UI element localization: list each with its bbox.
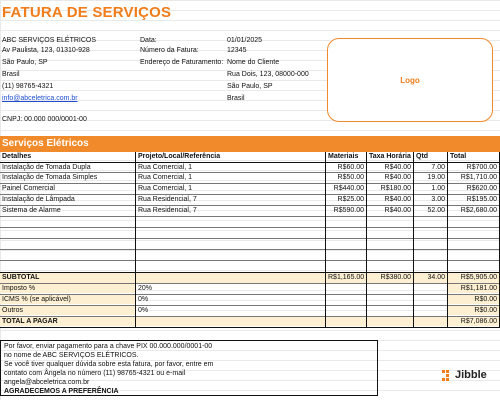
invoice-number-label: Número da Fatura: (140, 47, 199, 54)
row-total: R$620.00 (466, 185, 497, 192)
subtotal-materials: R$1,165.00 (328, 274, 365, 281)
company-cnpj: CNPJ: 00.000 000/0001-00 (2, 116, 87, 123)
row-rule (0, 216, 500, 217)
subtotal-qty: 34.00 (427, 274, 445, 281)
icms-total: R$0.00 (474, 296, 497, 303)
company-address: Av Paulista, 123, 01310-928 (2, 47, 90, 54)
row-total: R$1,710.00 (460, 174, 497, 181)
client-city: São Paulo, SP (227, 83, 273, 90)
client-name: Nome do Cliente (227, 59, 280, 66)
payment-note-email: angela@abceletrica.com.br (4, 379, 90, 386)
row-rule (0, 238, 500, 239)
row-rule (0, 260, 500, 261)
payment-note-line: no nome de ABC SERVIÇOS ELÉTRICOS. (4, 352, 139, 359)
row-details: Sistema de Alarme (2, 207, 61, 214)
table-row: Painel Comercial Rua Comercial, 1 R$440.… (0, 184, 500, 194)
company-city: São Paulo, SP (2, 59, 48, 66)
header-qty: Qtd (416, 153, 429, 160)
icms-label: ICMS % (se aplicável) (2, 296, 71, 303)
logo-placeholder: Logo (327, 38, 493, 122)
date-value: 01/01/2025 (227, 37, 263, 44)
row-materials: R$25.00 (337, 196, 364, 203)
row-qty: 3.00 (431, 196, 445, 203)
row-rate: R$40.00 (384, 174, 411, 181)
billing-address-label: Endereço de Faturamento: (140, 59, 224, 66)
company-phone: (11) 98765-4321 (2, 83, 54, 90)
payment-note-line: contato com Ângela no número (11) 98765-… (4, 370, 186, 377)
header-project: Projeto/Local/Referência (138, 153, 221, 160)
row-project: Rua Comercial, 1 (138, 174, 193, 181)
row-rule (0, 227, 500, 228)
company-country: Brasil (2, 71, 20, 78)
payment-note-line: Por favor, enviar pagamento para a chave… (4, 343, 213, 350)
jibble-logo-icon (442, 369, 452, 381)
subtotal-total: R$5,905.00 (460, 274, 497, 281)
row-materials: R$440.00 (333, 185, 364, 192)
table-header-row: Detalhes Projeto/Local/Referência Materi… (0, 152, 500, 162)
row-details: Painel Comercial (2, 185, 55, 192)
row-total: R$195.00 (466, 196, 497, 203)
tax-row: Imposto % 20% R$1,181.00 (0, 284, 500, 294)
invoice-title: FATURA DE SERVIÇOS (2, 4, 172, 21)
header-materials: Materiais (328, 153, 359, 160)
tax-total: R$1,181.00 (460, 285, 497, 292)
others-rate: 0% (138, 307, 149, 314)
tax-rate: 20% (138, 285, 153, 292)
icms-row: ICMS % (se aplicável) 0% R$0.00 (0, 295, 500, 305)
row-details: Instalação de Tomada Dupla (2, 164, 91, 171)
row-rate: R$40.00 (384, 207, 411, 214)
others-total: R$0.00 (474, 307, 497, 314)
client-country: Brasil (227, 95, 245, 102)
thank-you-note: AGRADECEMOS A PREFERÊNCIA (4, 388, 119, 395)
grand-total-row: TOTAL A PAGAR R$7,086.00 (0, 317, 500, 327)
others-row: Outros 0% R$0.00 (0, 306, 500, 316)
row-rate: R$40.00 (384, 196, 411, 203)
table-row: Instalação de Tomada Simples Rua Comerci… (0, 173, 500, 183)
row-materials: R$590.00 (333, 207, 364, 214)
subtotal-label: SUBTOTAL (2, 274, 40, 281)
company-email-link[interactable]: info@abceletrica.com.br (2, 94, 78, 104)
company-name: ABC SERVIÇOS ELÉTRICOS (2, 37, 97, 44)
subtotal-rate: R$380.00 (380, 274, 411, 281)
payment-note-line: Se você tiver qualquer dúvida sobre esta… (4, 361, 214, 368)
row-qty: 7.00 (431, 164, 445, 171)
tax-label: Imposto % (2, 285, 36, 292)
date-label: Data: (140, 37, 157, 44)
row-project: Rua Residencial, 7 (138, 196, 197, 203)
row-materials: R$50.00 (337, 174, 364, 181)
subtotal-row: SUBTOTAL R$1,165.00 R$380.00 34.00 R$5,9… (0, 273, 500, 283)
table-bottom-rule (0, 327, 500, 328)
jibble-brand-name: Jibble (455, 369, 487, 381)
row-rule (0, 249, 500, 250)
row-details: Instalação de Tomada Simples (2, 174, 98, 181)
grand-total-label: TOTAL A PAGAR (2, 318, 58, 325)
section-title: Serviços Elétricos (0, 136, 500, 152)
jibble-brand: Jibble (442, 369, 487, 381)
table-row: Instalação de Lâmpada Rua Residencial, 7… (0, 195, 500, 205)
header-hourly-rate: Taxa Horária (369, 153, 411, 160)
table-row: Sistema de Alarme Rua Residencial, 7 R$5… (0, 206, 500, 216)
row-total: R$2,680.00 (460, 207, 497, 214)
row-project: Rua Residencial, 7 (138, 207, 197, 214)
row-rate: R$40.00 (384, 164, 411, 171)
header-total: Total (450, 153, 467, 160)
row-project: Rua Comercial, 1 (138, 164, 193, 171)
payment-note-box: Por favor, enviar pagamento para a chave… (0, 340, 378, 396)
row-project: Rua Comercial, 1 (138, 185, 193, 192)
row-rate: R$180.00 (380, 185, 411, 192)
icms-rate: 0% (138, 296, 149, 303)
others-label: Outros (2, 307, 24, 314)
grand-total-value: R$7,086.00 (460, 318, 497, 325)
client-street: Rua Dois, 123, 08000-000 (227, 71, 309, 78)
table-row: Instalação de Tomada Dupla Rua Comercial… (0, 163, 500, 173)
row-qty: 19.00 (427, 174, 445, 181)
row-materials: R$60.00 (337, 164, 364, 171)
row-qty: 52.00 (427, 207, 445, 214)
logo-label: Logo (400, 75, 420, 85)
row-details: Instalação de Lâmpada (2, 196, 75, 203)
header-details: Detalhes (2, 153, 32, 160)
invoice-number-value: 12345 (227, 47, 247, 54)
row-qty: 1.00 (431, 185, 445, 192)
row-total: R$700.00 (466, 164, 497, 171)
